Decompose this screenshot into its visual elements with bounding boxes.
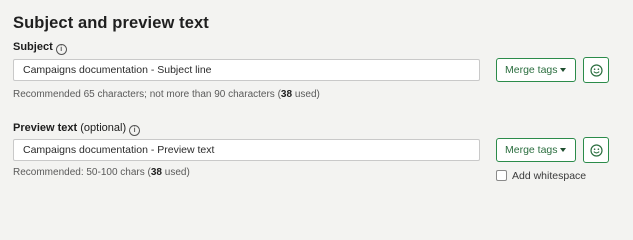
caret-down-icon (560, 68, 566, 72)
add-whitespace-checkbox[interactable] (496, 170, 507, 181)
preview-input[interactable]: Campaigns documentation - Preview text (13, 139, 480, 161)
subject-char-count: 38 (280, 89, 293, 100)
add-whitespace-label: Add whitespace (512, 170, 587, 182)
preview-merge-tags-button[interactable]: Merge tags (496, 138, 576, 162)
preview-hint: Recommended: 50-100 chars (38 used) (13, 167, 190, 178)
merge-tags-label: Merge tags (505, 144, 558, 156)
add-whitespace-option[interactable]: Add whitespace (496, 170, 586, 182)
caret-down-icon (560, 148, 566, 152)
subject-label: Subject (13, 41, 53, 53)
preview-label: Preview text (13, 122, 78, 134)
preview-emoji-button[interactable] (583, 137, 609, 163)
smiley-icon (590, 64, 603, 77)
info-icon[interactable]: i (129, 125, 141, 136)
subject-hint: Recommended 65 characters; not more than… (13, 89, 320, 100)
smiley-icon (590, 144, 603, 157)
subject-merge-tags-button[interactable]: Merge tags (496, 58, 576, 82)
info-icon[interactable]: i (55, 44, 67, 55)
preview-label-row: Preview text (optional) i (13, 122, 141, 136)
subject-input[interactable]: Campaigns documentation - Subject line (13, 59, 480, 81)
preview-char-count: 38 (150, 167, 162, 178)
subject-label-row: Subject i (13, 41, 67, 55)
merge-tags-label: Merge tags (505, 64, 558, 76)
section-title: Subject and preview text (13, 14, 209, 32)
subject-emoji-button[interactable] (583, 57, 609, 83)
preview-optional-label: (optional) (77, 122, 127, 134)
